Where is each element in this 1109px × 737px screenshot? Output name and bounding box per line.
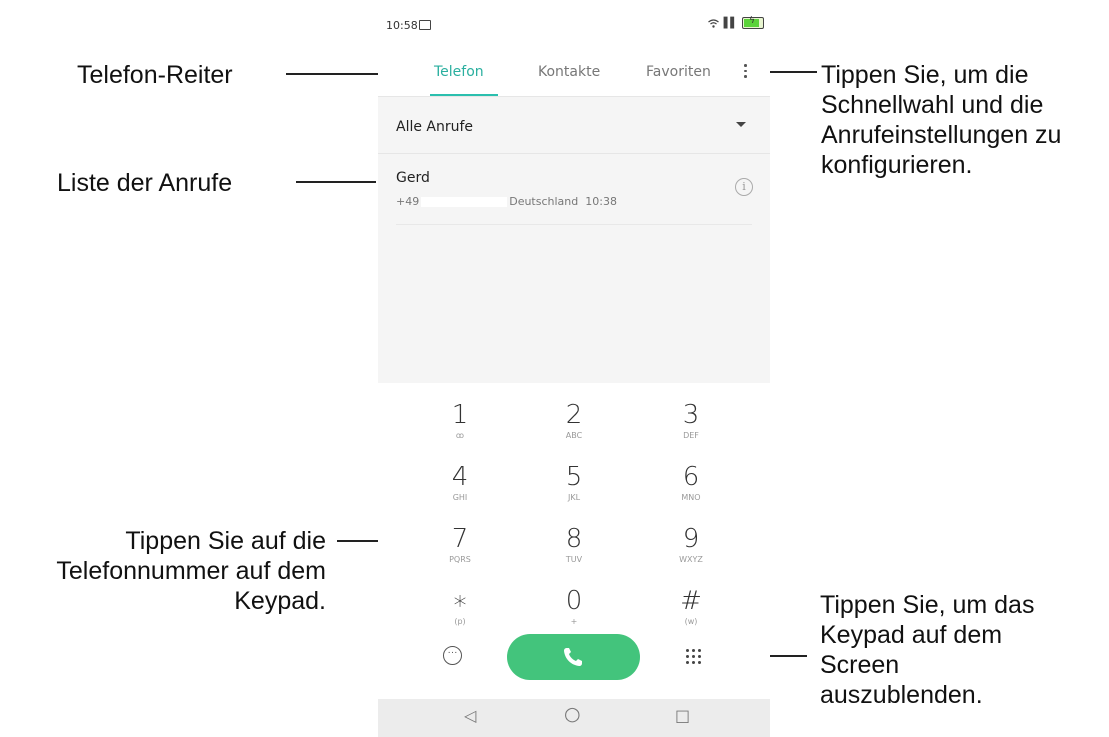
phone-icon — [564, 648, 582, 666]
more-options-icon[interactable] — [743, 64, 747, 84]
key-2[interactable]: 2 ABC — [529, 383, 619, 443]
key-7[interactable]: 7 PQRS — [415, 507, 505, 567]
call-log: Alle Anrufe Gerd +49 Deutschland 10:38 i — [378, 96, 770, 383]
filter-label: Alle Anrufe — [396, 119, 474, 135]
callout-line — [296, 181, 376, 183]
call-filter-dropdown[interactable]: Alle Anrufe — [378, 96, 770, 154]
key-8[interactable]: 8 TUV — [529, 507, 619, 567]
status-bar: 10:58 ▌▌ ϟ — [378, 0, 770, 48]
tab-favoriten[interactable]: Favoriten — [646, 64, 711, 80]
message-icon[interactable]: ··· — [443, 646, 462, 665]
hide-keypad-icon[interactable] — [686, 649, 702, 665]
call-detail: +49 Deutschland 10:38 — [396, 195, 617, 208]
call-time: 10:38 — [585, 195, 617, 208]
key-hash[interactable]: # (w) — [646, 569, 736, 629]
key-4[interactable]: 4 GHI — [415, 445, 505, 505]
key-5[interactable]: 5 JKL — [529, 445, 619, 505]
call-location: Deutschland — [509, 195, 579, 208]
callout-more-menu: Tippen Sie, um die Schnellwahl und die A… — [821, 61, 1062, 179]
screenshot-notification-icon — [419, 20, 431, 30]
tab-kontakte[interactable]: Kontakte — [538, 64, 600, 80]
status-time: 10:58 — [386, 19, 418, 32]
redacted-number — [421, 197, 508, 207]
info-icon[interactable]: i — [735, 178, 753, 196]
battery-icon: ϟ — [742, 16, 764, 29]
recents-icon[interactable]: □ — [675, 706, 690, 725]
list-item[interactable]: Gerd +49 Deutschland 10:38 — [378, 154, 770, 224]
callout-keypad-tap: Tippen Sie auf die Telefonnummer auf dem… — [56, 527, 326, 615]
home-icon[interactable]: ○ — [564, 703, 581, 725]
callout-hide-keypad: Tippen Sie, um das Keypad auf dem Screen… — [820, 591, 1035, 709]
tab-bar: Telefon Kontakte Favoriten — [378, 56, 770, 96]
key-star[interactable]: ∗ (p) — [415, 569, 505, 629]
chevron-down-icon — [736, 122, 746, 127]
key-0[interactable]: 0 + — [529, 569, 619, 629]
key-9[interactable]: 9 WXYZ — [646, 507, 736, 567]
status-icons: ▌▌ ϟ — [707, 16, 764, 29]
key-6[interactable]: 6 MNO — [646, 445, 736, 505]
call-number-prefix: +49 — [396, 195, 420, 208]
tab-telefon[interactable]: Telefon — [434, 64, 484, 80]
system-nav-bar: ◁ ○ □ — [378, 699, 770, 737]
phone-screen: 10:58 ▌▌ ϟ Telefon Kontakte Favoriten Al… — [378, 0, 770, 737]
key-1[interactable]: 1ꝏ — [415, 383, 505, 443]
key-3[interactable]: 3 DEF — [646, 383, 736, 443]
call-button[interactable] — [507, 634, 640, 680]
divider — [396, 224, 752, 225]
back-icon[interactable]: ◁ — [464, 706, 476, 725]
callout-telefon-tab: Telefon-Reiter — [77, 61, 233, 89]
call-name: Gerd — [396, 170, 430, 186]
voicemail-icon: ꝏ — [455, 431, 465, 440]
signal-icon: ▌▌ — [723, 17, 738, 29]
dial-keypad: 1ꝏ 2 ABC 3 DEF 4 GHI 5 JKL 6 MNO 7 PQRS 8 TUV 9… — [378, 383, 770, 699]
callout-call-list: Liste der Anrufe — [57, 169, 233, 197]
wifi-icon — [707, 18, 719, 28]
